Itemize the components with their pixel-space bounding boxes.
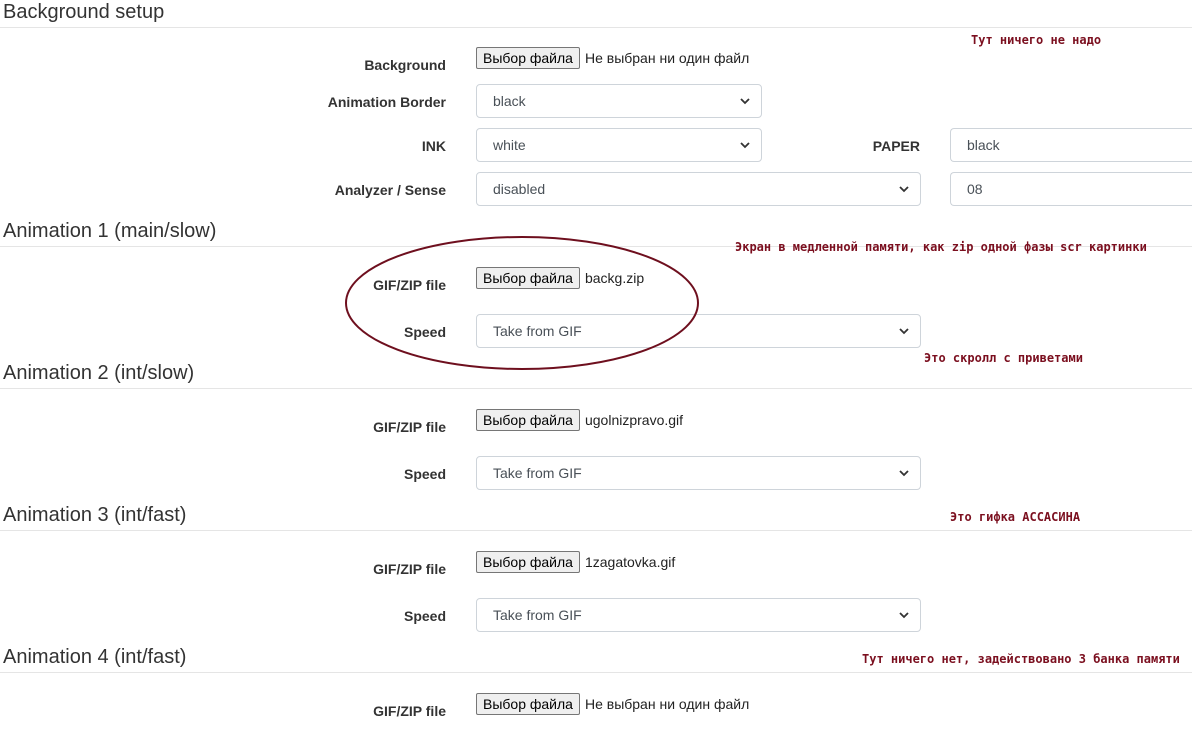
anim2-file-button[interactable]: Выбор файла (476, 409, 580, 431)
anim4-file-label: GIF/ZIP file (373, 703, 446, 719)
background-file-name: Не выбран ни один файл (584, 50, 750, 66)
background-file-input[interactable]: Выбор файла Не выбран ни один файл (476, 47, 749, 69)
anim4-file-name: Не выбран ни один файл (584, 696, 750, 712)
anim2-file-input[interactable]: Выбор файла ugolnizpravo.gif (476, 409, 683, 431)
chevron-down-icon (899, 612, 909, 619)
ink-label: INK (421, 138, 446, 154)
section-divider (0, 388, 1192, 389)
annotation-note: Тут ничего нет, задействовано 3 банка па… (862, 652, 1180, 666)
section-title-background: Background setup (3, 1, 165, 23)
annotation-note: Тут ничего не надо (971, 33, 1102, 47)
sense-input[interactable]: 08 (950, 172, 1192, 206)
section-divider (0, 27, 1192, 28)
anim2-speed-value: Take from GIF (493, 465, 582, 481)
anim3-file-input[interactable]: Выбор файла 1zagatovka.gif (476, 551, 675, 573)
analyzer-sense-label: Analyzer / Sense (334, 182, 446, 198)
sense-value: 08 (967, 181, 983, 197)
paper-label: PAPER (872, 138, 920, 154)
chevron-down-icon (899, 470, 909, 477)
paper-value: black (967, 137, 1000, 153)
ink-value: white (493, 137, 526, 153)
anim3-speed-label: Speed (403, 608, 446, 624)
background-label: Background (364, 57, 446, 73)
anim4-file-input[interactable]: Выбор файла Не выбран ни один файл (476, 693, 749, 715)
anim2-file-name: ugolnizpravo.gif (584, 412, 684, 428)
anim3-file-button[interactable]: Выбор файла (476, 551, 580, 573)
highlight-ellipse (345, 236, 699, 370)
paper-select[interactable]: black (950, 128, 1192, 162)
chevron-down-icon (740, 142, 750, 149)
animation-border-select[interactable]: black (476, 84, 762, 118)
anim3-file-name: 1zagatovka.gif (584, 554, 676, 570)
annotation-note: Это гифка АССАСИНА (950, 510, 1081, 524)
background-file-button[interactable]: Выбор файла (476, 47, 580, 69)
anim4-file-button[interactable]: Выбор файла (476, 693, 580, 715)
section-divider (0, 672, 1192, 673)
annotation-note: Это скролл с приветами (924, 351, 1083, 365)
section-title-animation-1: Animation 1 (main/slow) (3, 220, 217, 242)
chevron-down-icon (740, 98, 750, 105)
analyzer-value: disabled (493, 181, 546, 197)
anim3-speed-select[interactable]: Take from GIF (476, 598, 921, 632)
anim2-speed-label: Speed (403, 466, 446, 482)
section-title-animation-3: Animation 3 (int/fast) (3, 504, 187, 526)
section-divider (0, 530, 1192, 531)
section-title-animation-2: Animation 2 (int/slow) (3, 362, 195, 384)
annotation-note: Экран в медленной памяти, как zip одной … (735, 240, 1147, 254)
anim2-file-label: GIF/ZIP file (373, 419, 446, 435)
anim2-speed-select[interactable]: Take from GIF (476, 456, 921, 490)
animation-border-label: Animation Border (327, 94, 446, 110)
section-title-animation-4: Animation 4 (int/fast) (3, 646, 187, 668)
chevron-down-icon (899, 186, 909, 193)
ink-select[interactable]: white (476, 128, 762, 162)
anim3-speed-value: Take from GIF (493, 607, 582, 623)
chevron-down-icon (899, 328, 909, 335)
animation-border-value: black (493, 93, 526, 109)
analyzer-select[interactable]: disabled (476, 172, 921, 206)
anim3-file-label: GIF/ZIP file (373, 561, 446, 577)
